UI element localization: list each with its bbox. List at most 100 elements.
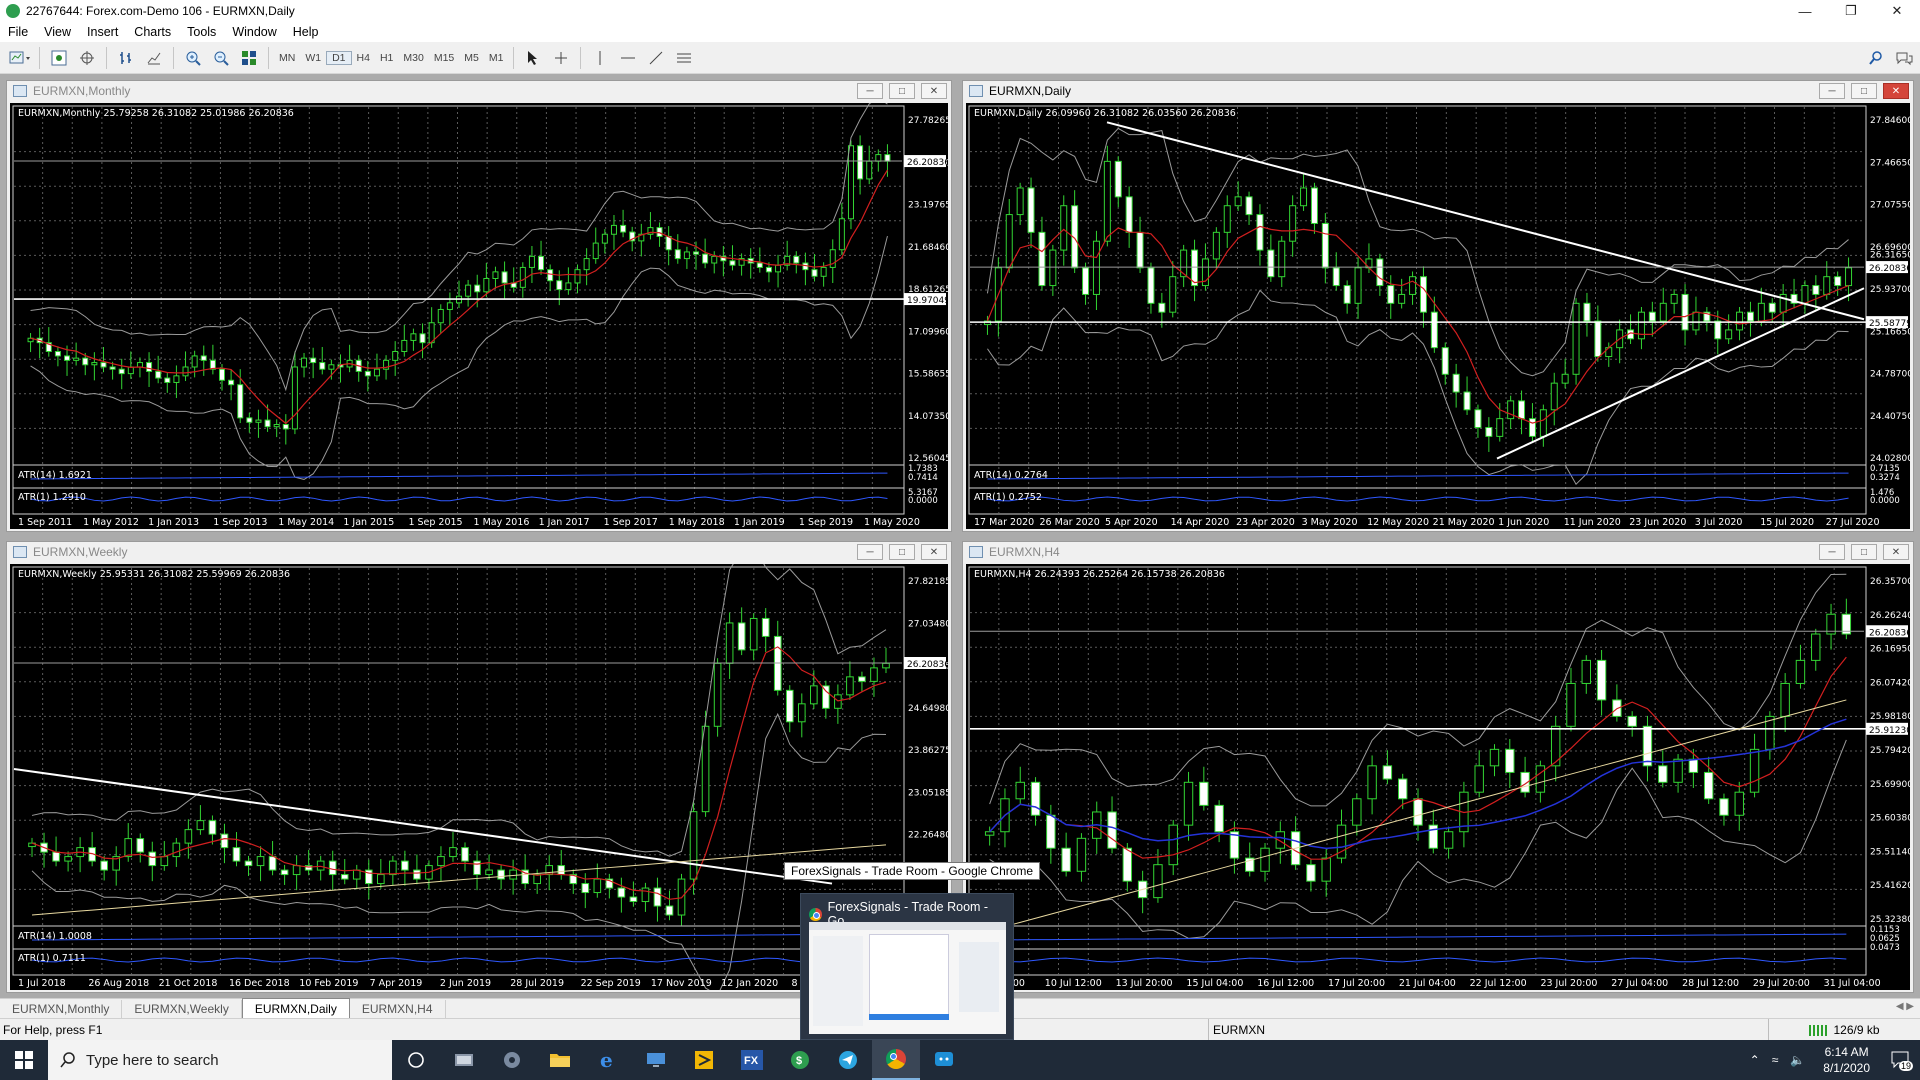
profiles-icon[interactable] — [47, 46, 71, 70]
tab-eurmxn-monthly[interactable]: EURMXN,Monthly — [0, 1000, 123, 1018]
telegram-icon[interactable] — [824, 1040, 872, 1080]
chart-canvas[interactable]: 19.97049 EURMXN,Monthly 25.79258 26.31082… — [10, 103, 948, 529]
tf-h1[interactable]: H1 — [375, 52, 398, 64]
tab-eurmxn-weekly[interactable]: EURMXN,Weekly — [122, 1000, 242, 1018]
zoom-in-icon[interactable] — [181, 46, 205, 70]
chrome-window-preview[interactable]: ForexSignals - Trade Room - Go... — [800, 893, 1014, 1040]
close-button[interactable]: ✕ — [1874, 0, 1920, 22]
candle-body — [1845, 267, 1853, 287]
price-chart-svg[interactable]: 25.58779EURMXN,Daily 26.09960 26.31082 2… — [966, 103, 1910, 529]
taskbar-app-files-icon[interactable] — [440, 1040, 488, 1080]
tray-chevron-icon[interactable]: ⌃ — [1744, 1053, 1766, 1067]
candle-body — [1122, 847, 1133, 882]
chart-minimize-button[interactable]: ─ — [1819, 544, 1845, 560]
chat-icon[interactable] — [1892, 46, 1916, 70]
candle-body — [565, 282, 572, 291]
chart-maximize-button[interactable]: □ — [1851, 83, 1877, 99]
candle-body — [1049, 249, 1057, 287]
candle-body — [756, 262, 763, 268]
menu-charts[interactable]: Charts — [126, 25, 179, 39]
tf-mn[interactable]: MN — [274, 52, 300, 64]
horizontal-line-icon[interactable] — [616, 46, 640, 70]
candle-body — [291, 366, 298, 430]
candle-body — [617, 887, 626, 898]
start-button[interactable] — [0, 1040, 48, 1080]
candle-body — [1413, 798, 1423, 826]
chart-minimize-button[interactable]: ─ — [1819, 83, 1845, 99]
zoom-out-icon[interactable] — [209, 46, 233, 70]
taskbar-search[interactable]: Type here to search — [48, 1040, 392, 1080]
tf-m30[interactable]: M30 — [398, 52, 428, 64]
cortana-icon[interactable] — [392, 1040, 440, 1080]
candle-body — [1780, 682, 1790, 717]
tf-m15[interactable]: M15 — [429, 52, 459, 64]
vertical-line-icon[interactable] — [588, 46, 612, 70]
chart-minimize-button[interactable]: ─ — [857, 83, 883, 99]
chart-close-button[interactable]: ✕ — [921, 544, 947, 560]
menu-tools[interactable]: Tools — [179, 25, 224, 39]
price-chart-svg[interactable]: 19.97049 EURMXN,Monthly 25.79258 26.31082… — [10, 103, 948, 529]
chart-window-daily[interactable]: EURMXN,Daily ─ □ ✕ 25.58779 EURMXN,Daily 26… — [962, 80, 1914, 532]
preview-thumbnail[interactable] — [809, 922, 1006, 1034]
chart-window-h4[interactable]: EURMXN,H4 ─ □ ✕ 25.91230 EURMXN,H4 26.24393… — [962, 541, 1914, 993]
minimize-button[interactable]: — — [1782, 0, 1828, 22]
tab-scroll-arrows-icon[interactable]: ◀ ▶ — [1896, 1001, 1914, 1012]
candle-body — [1153, 864, 1163, 899]
crosshair-tool-icon[interactable] — [549, 46, 573, 70]
svg-text:e: e — [600, 1049, 613, 1071]
volume-icon[interactable]: 🔈 — [1784, 1053, 1811, 1067]
menu-help[interactable]: Help — [285, 25, 327, 39]
restore-button[interactable]: ❐ — [1828, 0, 1874, 22]
chart-maximize-button[interactable]: □ — [889, 544, 915, 560]
candle-body — [1300, 187, 1308, 207]
tf-d1[interactable]: D1 — [326, 50, 352, 65]
menu-bar: File View Insert Charts Tools Window Hel… — [0, 22, 1920, 42]
chart-maximize-button[interactable]: □ — [1851, 544, 1877, 560]
chart-window-monthly[interactable]: EURMXN,Monthly ─ □ ✕ 19.97049 EURMXN,Monthl… — [6, 80, 952, 532]
chart-close-button[interactable]: ✕ — [921, 83, 947, 99]
chrome-browser-icon[interactable] — [872, 1040, 920, 1080]
chart-close-button[interactable]: ✕ — [1883, 544, 1909, 560]
svg-text:FX: FX — [744, 1055, 759, 1067]
menu-file[interactable]: File — [0, 25, 36, 39]
metatrader-icon[interactable]: $ — [776, 1040, 824, 1080]
wifi-icon[interactable]: ≈ — [1766, 1053, 1785, 1067]
tile-windows-icon[interactable] — [237, 46, 261, 70]
trendline-icon[interactable] — [644, 46, 668, 70]
candle-body — [1365, 258, 1373, 269]
line-chart-icon[interactable] — [142, 46, 166, 70]
chart-window-caption: EURMXN,H4 — [963, 542, 1913, 562]
channel-icon[interactable] — [672, 46, 696, 70]
sticky-app-icon[interactable] — [680, 1040, 728, 1080]
chart-minimize-button[interactable]: ─ — [857, 544, 883, 560]
messenger-app-icon[interactable] — [920, 1040, 968, 1080]
menu-view[interactable]: View — [36, 25, 79, 39]
tab-eurmxn-daily[interactable]: EURMXN,Daily — [241, 998, 350, 1018]
taskbar-app-tools-icon[interactable] — [488, 1040, 536, 1080]
crosshair-icon[interactable] — [75, 46, 99, 70]
notifications-icon[interactable]: 19 — [1882, 1050, 1920, 1071]
tf-m5[interactable]: M5 — [459, 52, 484, 64]
taskbar-clock[interactable]: 6:14 AM 8/1/2020 — [1811, 1044, 1882, 1076]
tf-m1[interactable]: M1 — [484, 52, 509, 64]
cursor-icon[interactable] — [521, 46, 545, 70]
price-axis-label: 23.05185 — [908, 788, 948, 798]
chart-maximize-button[interactable]: □ — [889, 83, 915, 99]
remote-desktop-icon[interactable] — [632, 1040, 680, 1080]
fx-choice-icon[interactable]: FX — [728, 1040, 776, 1080]
chart-canvas[interactable]: 25.91230 EURMXN,H4 26.24393 26.25264 26.1… — [966, 564, 1910, 990]
bar-chart-icon[interactable] — [114, 46, 138, 70]
edge-browser-icon[interactable]: e — [584, 1040, 632, 1080]
tf-w1[interactable]: W1 — [300, 52, 326, 64]
chart-close-button[interactable]: ✕ — [1883, 83, 1909, 99]
chart-canvas[interactable]: 25.58779 EURMXN,Daily 26.09960 26.31082 2… — [966, 103, 1910, 529]
menu-insert[interactable]: Insert — [79, 25, 126, 39]
search-icon[interactable] — [1864, 46, 1888, 70]
price-chart-svg[interactable]: 25.91230 EURMXN,H4 26.24393 26.25264 26.1… — [966, 564, 1910, 990]
candle-body — [1659, 302, 1667, 322]
tf-h4[interactable]: H4 — [352, 52, 375, 64]
menu-window[interactable]: Window — [224, 25, 284, 39]
new-chart-icon[interactable] — [8, 46, 32, 70]
file-explorer-icon[interactable] — [536, 1040, 584, 1080]
tab-eurmxn-h4[interactable]: EURMXN,H4 — [350, 1000, 446, 1018]
